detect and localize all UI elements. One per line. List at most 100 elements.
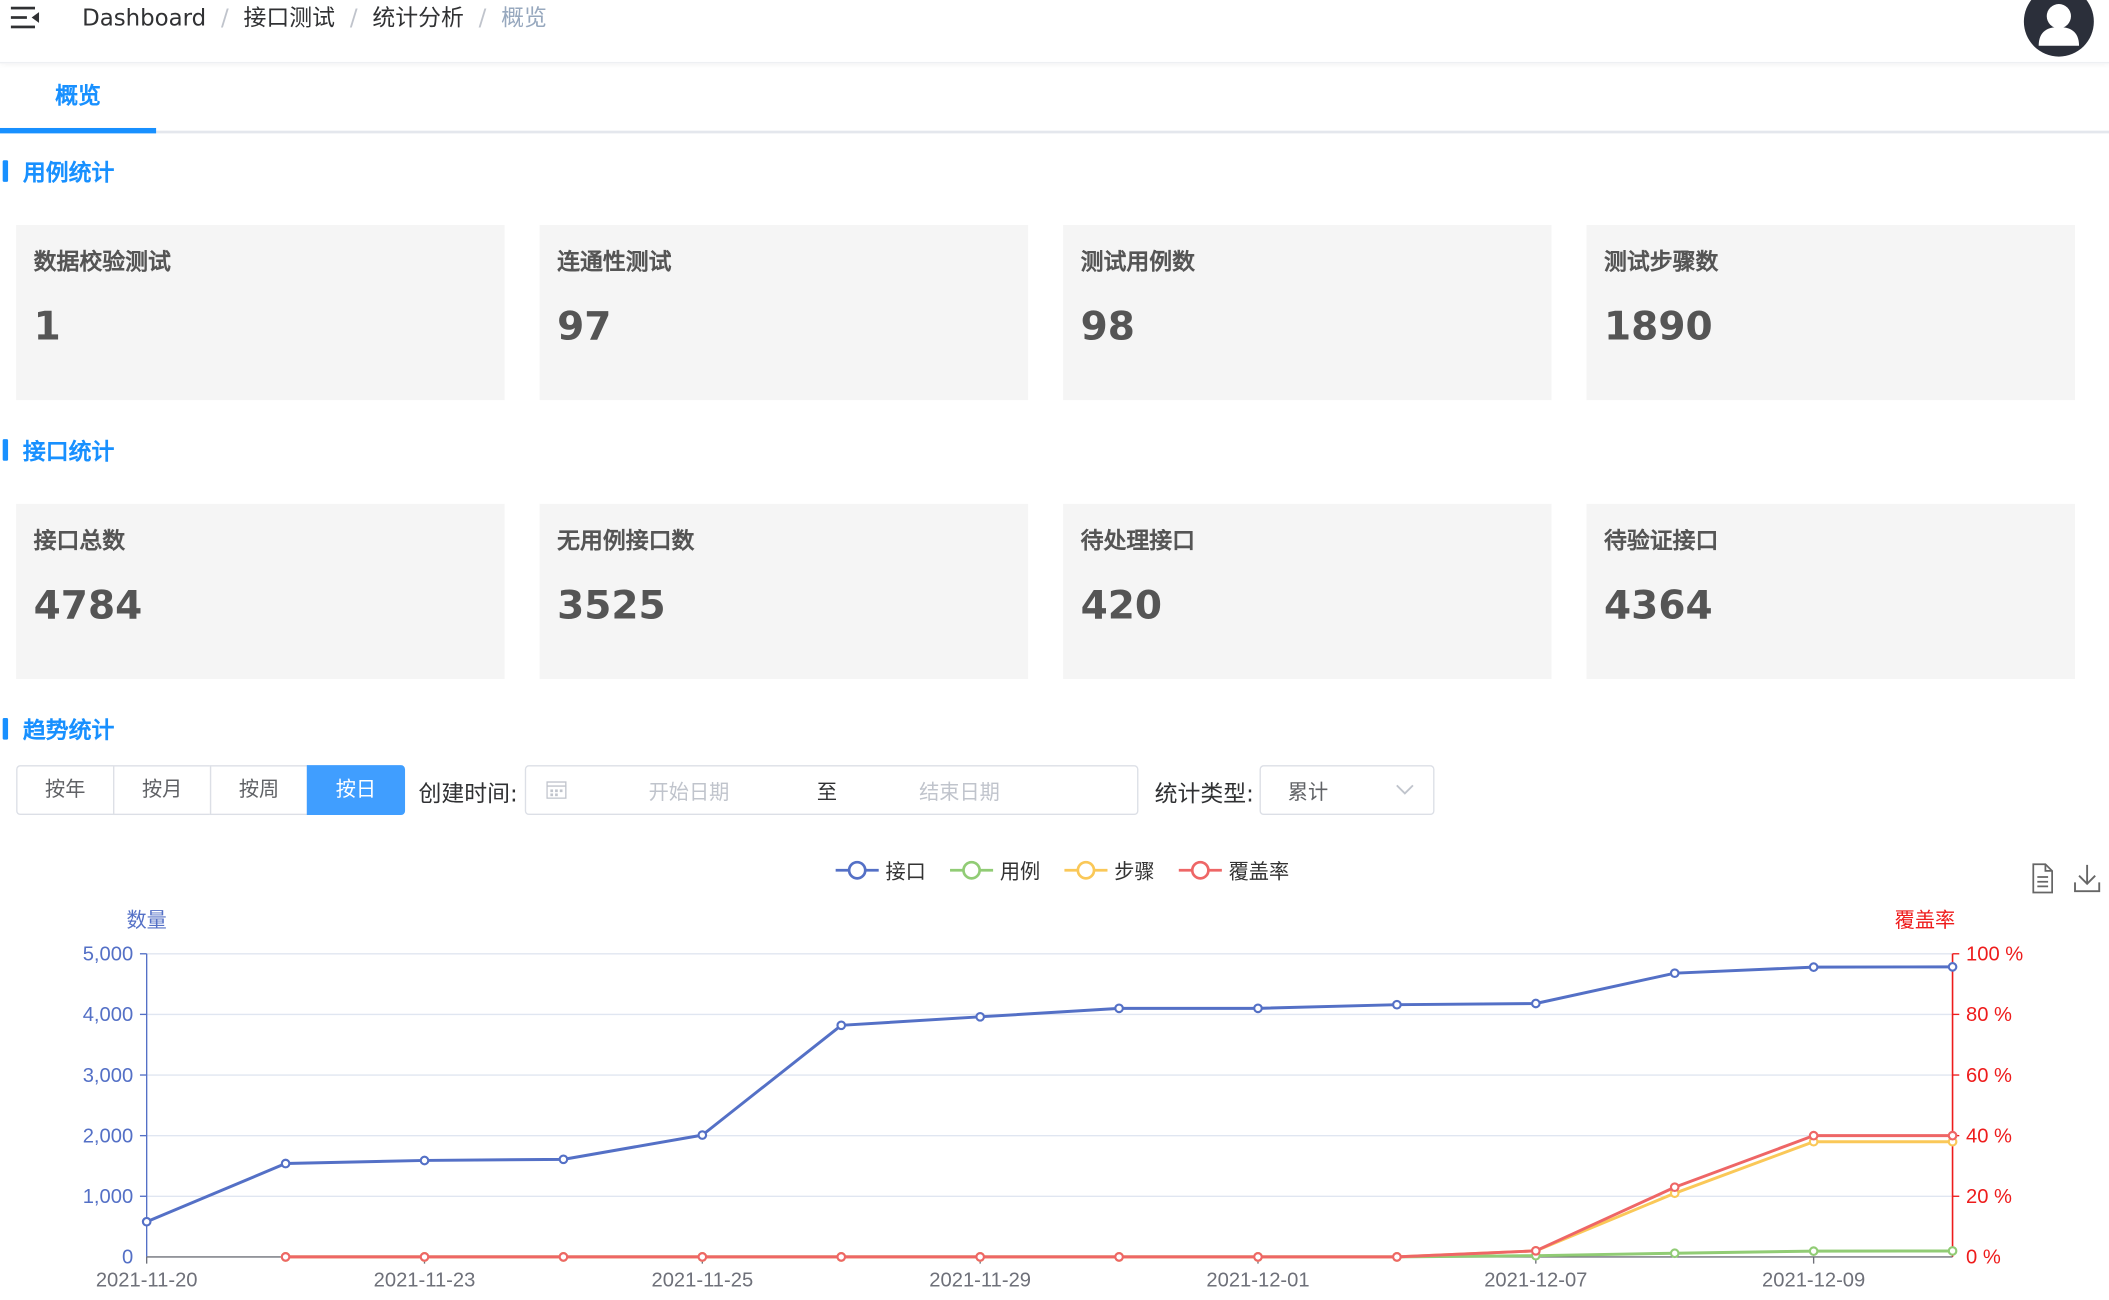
data-point — [419, 1252, 430, 1262]
tab-overview[interactable]: 概览 — [0, 67, 157, 134]
end-date-input[interactable]: 结束日期 — [919, 777, 1000, 805]
data-point — [1669, 1182, 1680, 1193]
by-week-button[interactable]: 按周 — [209, 765, 309, 816]
data-point — [697, 1130, 708, 1140]
section-label: 用例统计 — [22, 160, 115, 188]
data-point — [1530, 998, 1541, 1009]
stat-type-value: 累计 — [1287, 779, 1329, 805]
stat-card-title: 测试用例数 — [1080, 249, 1195, 277]
data-point — [1392, 999, 1402, 1010]
section-title-trend-stats: 趋势统计 — [0, 715, 269, 747]
stat-card-title: 测试步骤数 — [1604, 249, 1719, 277]
data-point — [975, 1252, 986, 1262]
stat-card-value: 4784 — [33, 581, 143, 628]
data-point — [697, 1252, 708, 1262]
avatar[interactable] — [2023, 0, 2094, 57]
date-range-separator: 至 — [816, 779, 838, 805]
data-point — [419, 1155, 430, 1166]
stat-card-title: 无用例接口数 — [557, 528, 695, 556]
data-point — [836, 1020, 847, 1031]
x-tick-label: 2021-11-25 — [651, 1270, 753, 1292]
breadcrumb-overview: 概览 — [501, 5, 547, 33]
hamburger-icon[interactable] — [10, 5, 41, 29]
created-time-label: 创建时间: — [418, 781, 518, 809]
stat-card-test-cases: 测试用例数 98 — [1063, 224, 1552, 401]
data-point — [558, 1252, 569, 1262]
y-tick-label: 4,000 — [83, 1004, 134, 1026]
stat-card-title: 数据校验测试 — [33, 249, 171, 277]
stat-type-label: 统计类型: — [1154, 781, 1254, 809]
start-date-input[interactable]: 开始日期 — [649, 777, 730, 805]
y-tick-label: 1,000 — [83, 1186, 134, 1208]
data-point — [1114, 1003, 1124, 1014]
data-point — [1392, 1252, 1402, 1262]
breadcrumb-statistics[interactable]: 统计分析 — [372, 4, 464, 34]
trend-line-chart: 0 0 % 1,000 20 % 2,000 40 % 3,000 60 % 4,000 80 %… — [83, 909, 2024, 1292]
data-point — [1947, 1246, 1958, 1256]
stat-card-api-total: 接口总数 4784 — [16, 503, 505, 679]
stat-type-select[interactable]: 累计 — [1259, 765, 1435, 816]
data-point — [1947, 1130, 1958, 1141]
data-point — [1253, 1003, 1263, 1014]
stat-card-value: 97 — [557, 303, 612, 349]
data-point — [1808, 1246, 1819, 1256]
y2-tick-label: 20 % — [1966, 1186, 2012, 1208]
stat-card-api-pending: 待处理接口 420 — [1063, 503, 1552, 679]
stat-card-data-validation: 数据校验测试 1 — [16, 224, 505, 401]
section-title-case-stats: 用例统计 — [0, 158, 269, 190]
tab-bar: 概览 — [0, 67, 2109, 134]
y-tick-label: 0 — [122, 1247, 133, 1269]
section-label: 趋势统计 — [22, 718, 115, 745]
data-point — [836, 1252, 847, 1262]
stat-card-api-no-case: 无用例接口数 3525 — [539, 503, 1029, 679]
stat-card-title: 待处理接口 — [1080, 528, 1195, 556]
y-axis-name: 数量 — [126, 909, 166, 932]
data-point — [1530, 1245, 1541, 1256]
data-point — [1114, 1252, 1124, 1262]
stat-card-api-to-verify: 待验证接口 4364 — [1586, 503, 2076, 679]
x-tick-label: 2021-11-23 — [374, 1270, 476, 1292]
calendar-icon — [546, 781, 567, 799]
stat-card-value: 1 — [33, 303, 61, 349]
x-tick-label: 2021-12-01 — [1206, 1270, 1309, 1292]
x-tick-label: 2021-11-29 — [929, 1270, 1031, 1292]
data-point — [1669, 968, 1680, 979]
breadcrumb-separator: / — [478, 5, 487, 33]
breadcrumb-separator: / — [349, 5, 358, 33]
data-point — [558, 1154, 569, 1165]
y2-tick-label: 100 % — [1966, 944, 2023, 966]
stat-card-value: 420 — [1080, 581, 1163, 628]
by-month-button[interactable]: 按月 — [113, 765, 212, 816]
breadcrumb-dashboard[interactable]: Dashboard — [82, 4, 206, 34]
stat-card-test-steps: 测试步骤数 1890 — [1586, 224, 2076, 401]
y2-tick-label: 80 % — [1966, 1004, 2012, 1026]
data-point — [141, 1216, 152, 1227]
y2-tick-label: 40 % — [1966, 1125, 2012, 1147]
data-point — [1808, 962, 1819, 972]
stat-card-title: 待验证接口 — [1604, 528, 1719, 556]
breadcrumb-api-test[interactable]: 接口测试 — [244, 4, 336, 34]
data-point — [1253, 1252, 1263, 1262]
stat-card-title: 接口总数 — [33, 528, 126, 556]
stat-card-value: 4364 — [1604, 581, 1713, 628]
section-marker — [2, 439, 9, 461]
y2-tick-label: 0 % — [1966, 1247, 2001, 1269]
stat-card-connectivity: 连通性测试 97 — [539, 224, 1029, 401]
section-title-api-stats: 接口统计 — [0, 436, 269, 468]
x-tick-label: 2021-12-07 — [1484, 1270, 1587, 1292]
by-day-button[interactable]: 按日 — [306, 765, 406, 816]
user-icon — [2038, 4, 2080, 46]
y2-axis-name: 覆盖率 — [1895, 909, 1956, 932]
by-year-button[interactable]: 按年 — [16, 765, 115, 816]
section-marker — [2, 718, 9, 740]
data-point — [1669, 1248, 1680, 1259]
data-point — [975, 1011, 986, 1022]
date-range-picker[interactable]: 开始日期 至 结束日期 — [524, 765, 1139, 816]
x-tick-label: 2021-12-09 — [1762, 1270, 1865, 1292]
data-point — [1808, 1130, 1819, 1141]
y2-tick-label: 60 % — [1966, 1065, 2012, 1087]
stat-card-title: 连通性测试 — [557, 249, 672, 277]
stat-card-value: 98 — [1080, 303, 1135, 349]
y-tick-label: 5,000 — [83, 944, 134, 966]
x-tick-label: 2021-11-20 — [96, 1270, 198, 1292]
